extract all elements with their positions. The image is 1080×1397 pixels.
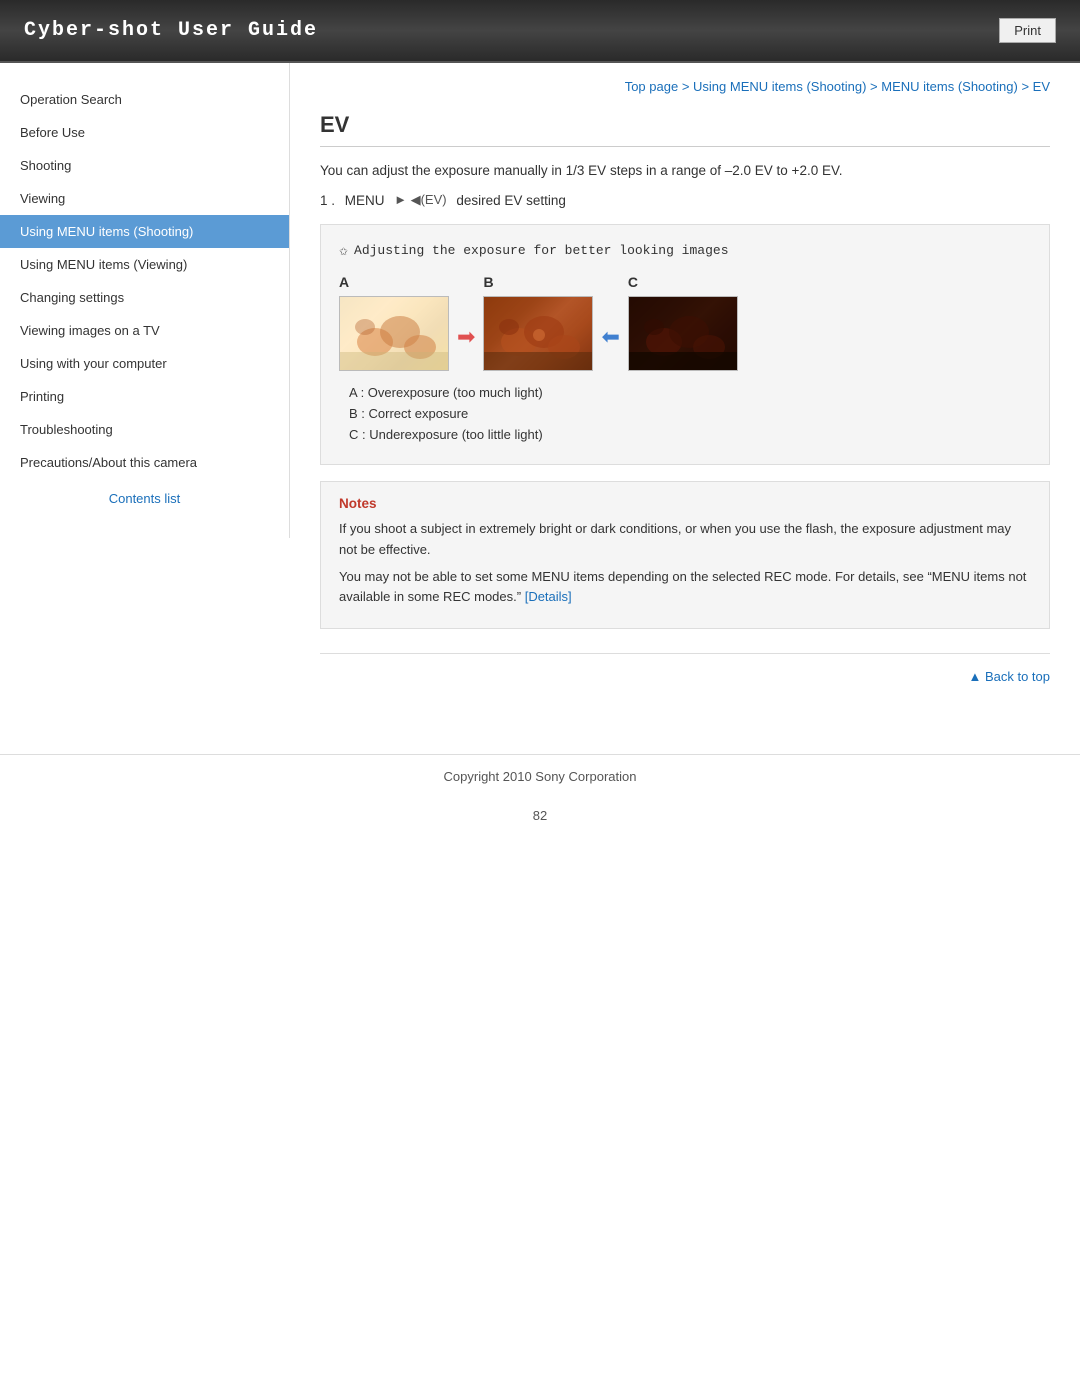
breadcrumb-using-menu-shooting[interactable]: Using MENU items (Shooting) — [693, 79, 866, 94]
page-title: EV — [320, 112, 1050, 147]
exposure-col-a: A — [339, 274, 449, 371]
sidebar-item-using-menu-viewing[interactable]: Using MENU items (Viewing) — [0, 248, 289, 281]
exposure-label-c: C — [628, 274, 638, 290]
flower-svg-c — [629, 297, 738, 371]
exposure-image-b — [483, 296, 593, 371]
print-button[interactable]: Print — [999, 18, 1056, 43]
notes-paragraph-1: If you shoot a subject in extremely brig… — [339, 519, 1031, 561]
notes-title: Notes — [339, 496, 1031, 511]
sidebar-item-using-computer[interactable]: Using with your computer — [0, 347, 289, 380]
sidebar-item-using-menu-shooting[interactable]: Using MENU items (Shooting) — [0, 215, 289, 248]
footer: Copyright 2010 Sony Corporation — [0, 754, 1080, 798]
breadcrumb-top-page[interactable]: Top page — [625, 79, 679, 94]
caption-c: C : Underexposure (too little light) — [349, 427, 1031, 442]
tip-box: ✩ Adjusting the exposure for better look… — [320, 224, 1050, 465]
header: Cyber-shot User Guide Print — [0, 0, 1080, 63]
details-link[interactable]: [Details] — [525, 589, 572, 604]
sidebar: Operation Search Before Use Shooting Vie… — [0, 63, 290, 538]
copyright-text: Copyright 2010 Sony Corporation — [444, 769, 637, 784]
step-arrow-symbol: ► ◀(EV) — [391, 192, 447, 208]
exposure-image-c — [628, 296, 738, 371]
step-number: 1 . — [320, 193, 335, 208]
contents-list-link[interactable]: Contents list — [0, 479, 289, 518]
exposure-image-a — [339, 296, 449, 371]
breadcrumb-separator-2: > — [870, 79, 881, 94]
exposure-col-b: B — [483, 274, 593, 371]
app-title: Cyber-shot User Guide — [24, 19, 318, 42]
sidebar-item-operation-search[interactable]: Operation Search — [0, 83, 289, 116]
tip-icon: ✩ — [339, 241, 348, 260]
step-end-text: desired EV setting — [453, 193, 566, 208]
caption-b: B : Correct exposure — [349, 406, 1031, 421]
exposure-col-c: C — [628, 274, 738, 371]
breadcrumb-ev[interactable]: EV — [1033, 79, 1050, 94]
caption-a: A : Overexposure (too much light) — [349, 385, 1031, 400]
step-menu-text: MENU — [341, 193, 385, 208]
sidebar-item-viewing-tv[interactable]: Viewing images on a TV — [0, 314, 289, 347]
notes-paragraph-2: You may not be able to set some MENU ite… — [339, 567, 1031, 609]
sidebar-item-printing[interactable]: Printing — [0, 380, 289, 413]
sidebar-item-troubleshooting[interactable]: Troubleshooting — [0, 413, 289, 446]
sidebar-item-precautions[interactable]: Precautions/About this camera — [0, 446, 289, 479]
back-to-top-row: ▲ Back to top — [320, 653, 1050, 684]
exposure-label-a: A — [339, 274, 349, 290]
step-1: 1 . MENU ► ◀(EV) desired EV setting — [320, 192, 1050, 208]
notes-box: Notes If you shoot a subject in extremel… — [320, 481, 1050, 629]
flower-svg-a — [340, 297, 449, 371]
breadcrumb-separator-1: > — [682, 79, 693, 94]
arrow-left: ⬅ — [601, 324, 619, 350]
back-to-top-link[interactable]: ▲ Back to top — [968, 669, 1050, 684]
tip-title: ✩ Adjusting the exposure for better look… — [339, 241, 1031, 260]
sidebar-item-changing-settings[interactable]: Changing settings — [0, 281, 289, 314]
page-number: 82 — [0, 808, 1080, 843]
exposure-label-b: B — [483, 274, 493, 290]
breadcrumb-separator-3: > — [1021, 79, 1032, 94]
breadcrumb: Top page > Using MENU items (Shooting) >… — [320, 79, 1050, 94]
tip-title-text: Adjusting the exposure for better lookin… — [354, 243, 728, 258]
content-area: Top page > Using MENU items (Shooting) >… — [290, 63, 1080, 714]
arrow-right: ➡ — [457, 324, 475, 350]
caption-list: A : Overexposure (too much light) B : Co… — [349, 385, 1031, 442]
sidebar-item-viewing[interactable]: Viewing — [0, 182, 289, 215]
page-description: You can adjust the exposure manually in … — [320, 163, 1050, 178]
sidebar-item-before-use[interactable]: Before Use — [0, 116, 289, 149]
sidebar-item-shooting[interactable]: Shooting — [0, 149, 289, 182]
main-layout: Operation Search Before Use Shooting Vie… — [0, 63, 1080, 714]
breadcrumb-menu-items-shooting[interactable]: MENU items (Shooting) — [881, 79, 1018, 94]
flower-svg-b — [484, 297, 593, 371]
exposure-diagram: A ➡ B — [339, 274, 1031, 371]
